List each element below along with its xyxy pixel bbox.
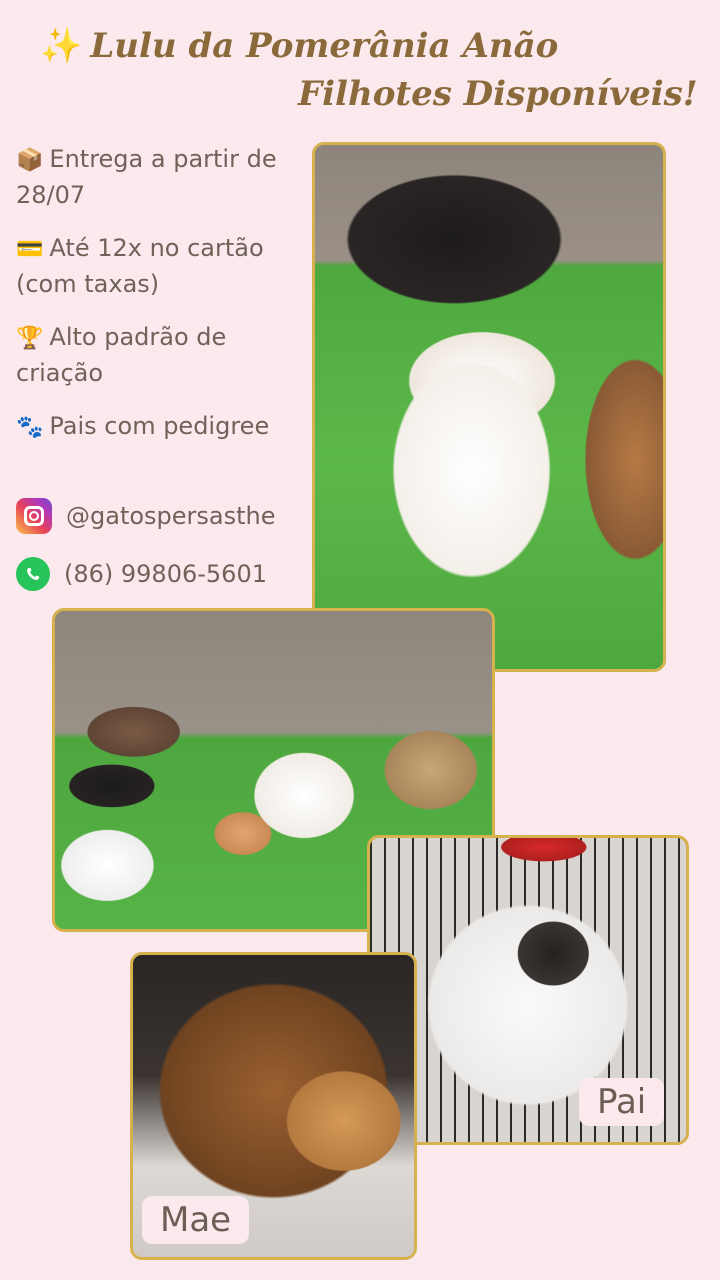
info-delivery-text: Entrega a partir de 28/07 [16,145,277,209]
info-item-pedigree: 🐾 Pais com pedigree [16,409,308,445]
page-title: ✨ Lulu da Pomerânia Anão Filhotes Disponí… [40,22,700,118]
instagram-handle: @gatospersasthe [66,502,276,530]
info-item-quality: 🏆 Alto padrão de criação [16,320,308,391]
mother-label: Mae [142,1196,250,1244]
package-icon: 📦 [16,148,44,173]
title-line-2: Filhotes Disponíveis! [298,74,698,114]
father-label: Pai [579,1078,665,1126]
info-pedigree-text: Pais com pedigree [49,412,270,440]
sparkles-icon: ✨ [40,26,83,66]
title-line-1: ✨ Lulu da Pomerânia Anão [40,22,700,70]
whatsapp-icon [16,557,50,591]
trophy-icon: 🏆 [16,326,44,351]
title-text-1: Lulu da Pomerânia Anão [90,26,559,66]
info-list: 📦 Entrega a partir de 28/07 💳 Até 12x no c… [16,142,308,463]
info-payment-text: Até 12x no cartão (com taxas) [16,234,264,298]
credit-card-icon: 💳 [16,237,44,262]
instagram-link[interactable]: @gatospersasthe [16,498,316,534]
info-quality-text: Alto padrão de criação [16,323,227,387]
info-item-payment: 💳 Até 12x no cartão (com taxas) [16,231,308,302]
paw-prints-icon: 🐾 [16,415,44,440]
whatsapp-link[interactable]: (86) 99806-5601 [16,557,316,591]
info-item-delivery: 📦 Entrega a partir de 28/07 [16,142,308,213]
puppy-photo-main [312,142,666,672]
instagram-icon [16,498,52,534]
whatsapp-number: (86) 99806-5601 [64,560,267,588]
